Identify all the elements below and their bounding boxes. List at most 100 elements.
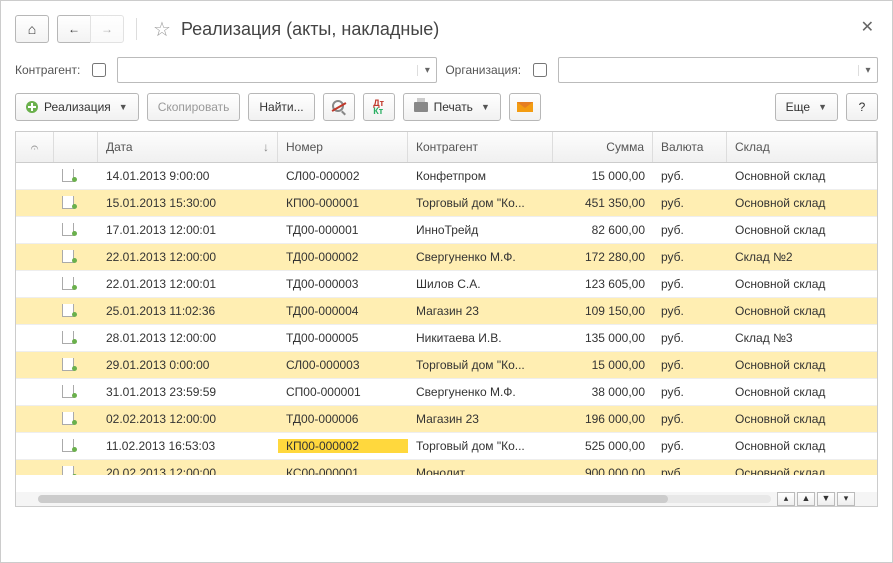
cell-warehouse: Основной склад (727, 439, 877, 453)
cell-number: ТД00-000006 (278, 412, 408, 426)
organization-input[interactable] (559, 59, 858, 81)
cell-number: СП00-000001 (278, 385, 408, 399)
scroll-thumb[interactable] (38, 495, 668, 503)
cell-date: 14.01.2013 9:00:00 (98, 169, 278, 183)
table-row[interactable]: 22.01.2013 12:00:01ТД00-000003Шилов С.А.… (16, 271, 877, 298)
cell-sum: 15 000,00 (553, 358, 653, 372)
col-warehouse[interactable]: Склад (727, 132, 877, 162)
mail-button[interactable] (509, 93, 541, 121)
cell-currency: руб. (653, 385, 727, 399)
data-table: 𝄐 Дата Номер Контрагент Сумма Валюта Скл… (15, 131, 878, 507)
cell-status (54, 250, 98, 265)
cell-number: ТД00-000003 (278, 277, 408, 291)
chevron-down-icon[interactable]: ▾ (417, 65, 436, 76)
help-button[interactable]: ? (846, 93, 878, 121)
document-posted-icon (62, 331, 76, 343)
counterparty-checkbox[interactable] (92, 63, 106, 77)
prev-row-button[interactable]: ▲ (797, 492, 815, 506)
home-button[interactable]: ⌂ (15, 15, 49, 43)
clear-search-button[interactable] (323, 93, 355, 121)
table-row[interactable]: 22.01.2013 12:00:00ТД00-000002Свергуненк… (16, 244, 877, 271)
cell-sum: 172 280,00 (553, 250, 653, 264)
cell-number: ТД00-000005 (278, 331, 408, 345)
cell-date: 29.01.2013 0:00:00 (98, 358, 278, 372)
cell-currency: руб. (653, 439, 727, 453)
table-row[interactable]: 11.02.2013 16:53:03КП00-000002Торговый д… (16, 433, 877, 460)
cell-counterparty: Магазин 23 (408, 412, 553, 426)
page-title: Реализация (акты, накладные) (181, 19, 439, 40)
find-button[interactable]: Найти... (248, 93, 314, 121)
search-cancel-icon (333, 101, 345, 113)
counterparty-label: Контрагент: (15, 63, 80, 77)
cell-currency: руб. (653, 331, 727, 345)
table-row[interactable]: 15.01.2013 15:30:00КП00-000001Торговый д… (16, 190, 877, 217)
table-row[interactable]: 25.01.2013 11:02:36ТД00-000004Магазин 23… (16, 298, 877, 325)
create-label: Реализация (44, 100, 111, 114)
document-posted-icon (62, 304, 76, 316)
col-date[interactable]: Дата (98, 132, 278, 162)
first-row-button[interactable]: ▴ (777, 492, 795, 506)
col-number[interactable]: Номер (278, 132, 408, 162)
cell-status (54, 196, 98, 211)
scroll-track[interactable] (38, 495, 771, 503)
col-sum[interactable]: Сумма (553, 132, 653, 162)
last-row-button[interactable]: ▾ (837, 492, 855, 506)
next-row-button[interactable]: ▼ (817, 492, 835, 506)
cell-warehouse: Основной склад (727, 358, 877, 372)
create-button[interactable]: Реализация ▼ (15, 93, 139, 121)
table-row[interactable]: 14.01.2013 9:00:00СЛ00-000002Конфетпром1… (16, 163, 877, 190)
chevron-down-icon: ▼ (119, 102, 128, 112)
mail-icon (517, 102, 533, 112)
cell-number: КС00-000001 (278, 466, 408, 475)
table-row[interactable]: 02.02.2013 12:00:00ТД00-000006Магазин 23… (16, 406, 877, 433)
cell-number: СЛ00-000003 (278, 358, 408, 372)
cell-sum: 15 000,00 (553, 169, 653, 183)
separator (136, 18, 137, 40)
counterparty-input[interactable] (118, 59, 417, 81)
organization-checkbox[interactable] (533, 63, 547, 77)
cell-sum: 135 000,00 (553, 331, 653, 345)
copy-label: Скопировать (158, 100, 230, 114)
paperclip-icon: 𝄐 (31, 139, 39, 156)
table-row[interactable]: 17.01.2013 12:00:01ТД00-000001ИнноТрейд8… (16, 217, 877, 244)
cell-date: 15.01.2013 15:30:00 (98, 196, 278, 210)
document-posted-icon (62, 439, 76, 451)
help-label: ? (859, 100, 866, 114)
cell-currency: руб. (653, 250, 727, 264)
cell-sum: 109 150,00 (553, 304, 653, 318)
cell-sum: 82 600,00 (553, 223, 653, 237)
cell-status (54, 385, 98, 400)
organization-combo[interactable]: ▾ (558, 57, 878, 83)
col-currency[interactable]: Валюта (653, 132, 727, 162)
cell-counterparty: Торговый дом "Ко... (408, 439, 553, 453)
cell-status (54, 412, 98, 427)
table-row[interactable]: 28.01.2013 12:00:00ТД00-000005Никитаева … (16, 325, 877, 352)
close-button[interactable]: ✕ (861, 17, 874, 37)
cell-sum: 525 000,00 (553, 439, 653, 453)
cell-status (54, 331, 98, 346)
more-button[interactable]: Еще ▼ (775, 93, 838, 121)
table-body[interactable]: 14.01.2013 9:00:00СЛ00-000002Конфетпром1… (16, 163, 877, 475)
cell-currency: руб. (653, 358, 727, 372)
forward-button: → (90, 15, 124, 43)
col-attachment[interactable]: 𝄐 (16, 132, 54, 162)
cell-currency: руб. (653, 466, 727, 475)
horizontal-scrollbar[interactable]: ▴ ▲ ▼ ▾ (16, 492, 877, 506)
table-row[interactable]: 29.01.2013 0:00:00СЛ00-000003Торговый до… (16, 352, 877, 379)
favorite-icon[interactable]: ☆ (153, 17, 171, 42)
dtkt-button[interactable]: ДтКт (363, 93, 395, 121)
print-button[interactable]: Печать ▼ (403, 93, 501, 121)
table-row[interactable]: 20.02.2013 12:00:00КС00-000001Монолит900… (16, 460, 877, 475)
print-label: Печать (434, 100, 473, 114)
chevron-down-icon: ▼ (818, 102, 827, 112)
col-status[interactable] (54, 132, 98, 162)
table-row[interactable]: 31.01.2013 23:59:59СП00-000001Свергуненк… (16, 379, 877, 406)
cell-counterparty: Никитаева И.В. (408, 331, 553, 345)
counterparty-combo[interactable]: ▾ (117, 57, 437, 83)
back-button[interactable]: ← (57, 15, 90, 43)
col-counterparty[interactable]: Контрагент (408, 132, 553, 162)
cell-warehouse: Основной склад (727, 466, 877, 475)
chevron-down-icon[interactable]: ▾ (858, 65, 877, 76)
cell-status (54, 169, 98, 184)
cell-currency: руб. (653, 223, 727, 237)
